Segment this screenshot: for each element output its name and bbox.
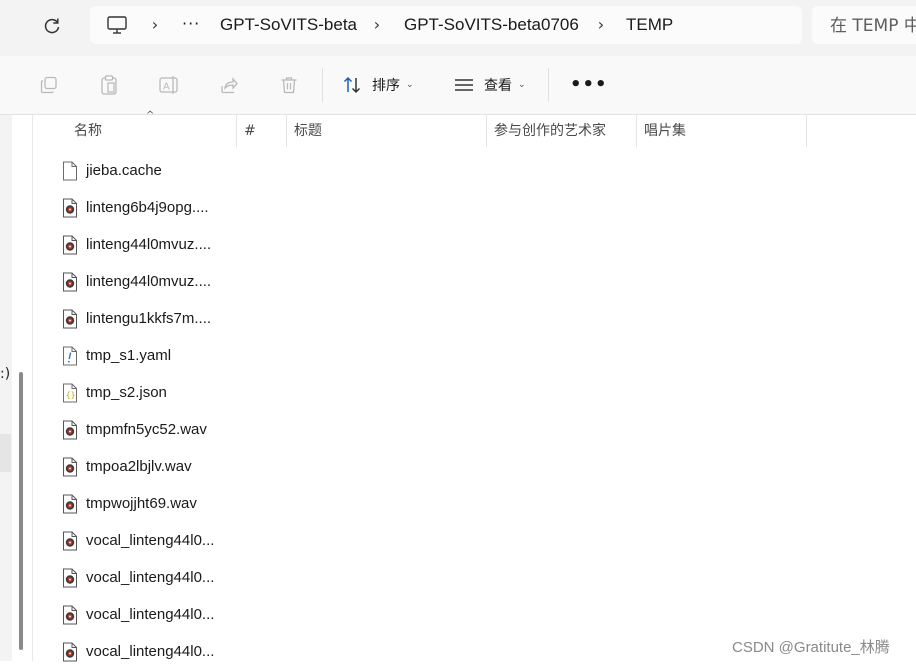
toolbar-divider	[322, 68, 323, 102]
share-icon	[221, 77, 238, 94]
audio-file-icon	[62, 494, 78, 514]
file-row[interactable]: {} tmp_s2.json	[52, 374, 252, 411]
toolbar-divider	[548, 68, 549, 102]
audio-file-icon	[62, 420, 78, 440]
blank-file-icon	[62, 161, 78, 181]
more-options-button[interactable]: •••	[570, 74, 608, 95]
file-name: lintengu1kkfs7m....	[86, 310, 212, 327]
navigation-pane[interactable]	[0, 115, 12, 661]
refresh-button[interactable]	[40, 14, 64, 38]
search-placeholder: 在 TEMP 中	[830, 16, 916, 36]
column-header-album[interactable]: 唱片集	[637, 115, 807, 147]
file-row[interactable]: lintengu1kkfs7m....	[52, 300, 252, 337]
rename-icon: A	[159, 76, 178, 94]
audio-file-icon	[62, 642, 78, 662]
file-name: tmp_s1.yaml	[86, 347, 172, 364]
breadcrumb-item[interactable]: GPT-SoVITS-beta	[220, 14, 357, 36]
file-row[interactable]: jieba.cache	[52, 152, 252, 189]
file-name: linteng6b4j9opg....	[86, 199, 209, 216]
file-row[interactable]: vocal_linteng44l0...	[52, 559, 252, 596]
sort-menu-button[interactable]: 排序 ⌄	[342, 72, 414, 98]
refresh-icon	[44, 18, 60, 34]
breadcrumb-item[interactable]: GPT-SoVITS-beta0706	[404, 14, 579, 36]
watermark: CSDN @Gratitute_林腾	[732, 639, 890, 656]
chevron-right-icon[interactable]: ›	[370, 14, 384, 36]
file-name: tmpmfn5yc52.wav	[86, 421, 207, 438]
yaml-file-icon	[62, 346, 78, 366]
view-list-icon	[455, 79, 473, 91]
file-row[interactable]: vocal_linteng44l0...	[52, 596, 252, 633]
file-row[interactable]: linteng44l0mvuz....	[52, 226, 252, 263]
column-header-artists[interactable]: 参与创作的艺术家	[487, 115, 637, 147]
audio-file-icon	[62, 457, 78, 477]
chevron-down-icon: ⌄	[518, 80, 526, 90]
chevron-right-icon[interactable]: ›	[148, 14, 162, 36]
nav-item-fragment[interactable]: :)	[0, 366, 10, 382]
paste-button[interactable]	[98, 74, 120, 96]
copy-icon	[40, 76, 57, 94]
audio-file-icon	[62, 309, 78, 329]
file-row[interactable]: tmp_s1.yaml	[52, 337, 252, 374]
json-file-icon: {}	[62, 383, 78, 403]
file-row[interactable]: tmpoa2lbjlv.wav	[52, 448, 252, 485]
file-name: jieba.cache	[86, 162, 162, 179]
pane-divider[interactable]	[32, 115, 33, 661]
file-name: linteng44l0mvuz....	[86, 236, 212, 253]
sort-icon	[343, 76, 361, 94]
copy-button[interactable]	[38, 74, 60, 96]
audio-file-icon	[62, 272, 78, 292]
svg-text:{}: {}	[66, 390, 76, 399]
breadcrumb-item-current[interactable]: TEMP	[626, 14, 673, 36]
file-name: vocal_linteng44l0...	[86, 606, 215, 623]
this-pc-icon[interactable]	[106, 14, 128, 36]
file-row[interactable]: linteng44l0mvuz....	[52, 263, 252, 300]
file-row[interactable]: linteng6b4j9opg....	[52, 189, 252, 226]
command-bar: A 排序 ⌄ 查看 ⌄ •••	[0, 56, 916, 115]
audio-file-icon	[62, 531, 78, 551]
clipboard-icon	[101, 75, 117, 95]
rename-button[interactable]: A	[158, 74, 180, 96]
sort-label: 排序	[372, 78, 400, 94]
file-row[interactable]: tmpwojjht69.wav	[52, 485, 252, 522]
audio-file-icon	[62, 605, 78, 625]
column-header-name[interactable]: 名称	[67, 115, 237, 147]
file-name: vocal_linteng44l0...	[86, 569, 215, 586]
delete-button[interactable]	[278, 74, 300, 96]
file-name: tmpoa2lbjlv.wav	[86, 458, 192, 475]
file-row[interactable]: tmpmfn5yc52.wav	[52, 411, 252, 448]
breadcrumb-overflow-button[interactable]: ···	[182, 13, 200, 35]
audio-file-icon	[62, 568, 78, 588]
address-bar[interactable]: › ··· GPT-SoVITS-beta › GPT-SoVITS-beta0…	[90, 6, 802, 44]
scrollbar-thumb[interactable]	[19, 372, 23, 650]
file-name: linteng44l0mvuz....	[86, 273, 212, 290]
file-name: vocal_linteng44l0...	[86, 532, 215, 549]
audio-file-icon	[62, 235, 78, 255]
file-name: tmpwojjht69.wav	[86, 495, 197, 512]
address-row: › ··· GPT-SoVITS-beta › GPT-SoVITS-beta0…	[0, 0, 916, 56]
file-name: vocal_linteng44l0...	[86, 643, 215, 660]
column-header-title[interactable]: 标题	[287, 115, 487, 147]
file-name: tmp_s2.json	[86, 384, 167, 401]
search-input[interactable]: 在 TEMP 中	[812, 6, 916, 44]
share-button[interactable]	[218, 74, 240, 96]
trash-icon	[281, 77, 297, 94]
column-header-number[interactable]: #	[237, 115, 287, 147]
audio-file-icon	[62, 198, 78, 218]
svg-text:A: A	[163, 82, 170, 93]
view-menu-button[interactable]: 查看 ⌄	[454, 72, 526, 98]
nav-selected-item[interactable]	[0, 434, 11, 472]
file-row[interactable]: vocal_linteng44l0...	[52, 633, 252, 670]
view-label: 查看	[484, 78, 512, 94]
file-row[interactable]: vocal_linteng44l0...	[52, 522, 252, 559]
chevron-down-icon: ⌄	[406, 80, 414, 90]
chevron-right-icon[interactable]: ›	[594, 14, 608, 36]
